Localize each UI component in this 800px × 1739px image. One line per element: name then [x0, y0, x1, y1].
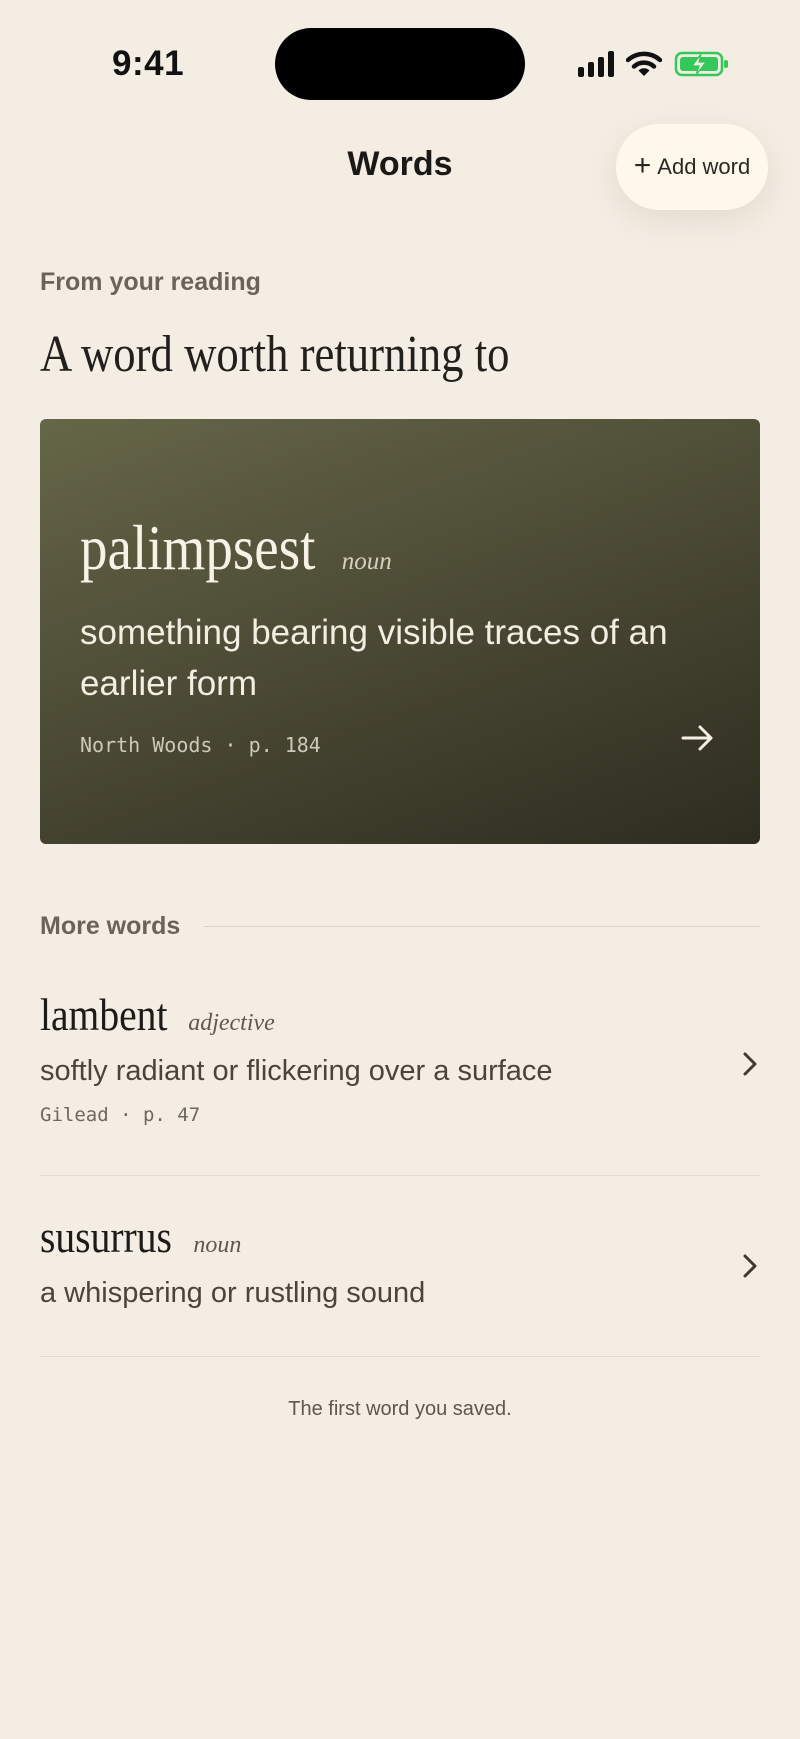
word-title-row: lambent adjective — [40, 988, 760, 1041]
add-word-label: Add word — [657, 154, 751, 179]
status-icons — [578, 50, 730, 78]
featured-heading: A word worth returning to — [40, 326, 510, 383]
word-part-of-speech: noun — [193, 1232, 242, 1258]
featured-source: North Woods · p. 184 — [80, 733, 321, 757]
featured-word-row: palimpsest noun — [80, 511, 392, 585]
status-time: 9:41 — [112, 44, 185, 83]
featured-word: palimpsest — [80, 512, 316, 583]
dynamic-island — [275, 28, 525, 100]
featured-word-card[interactable]: palimpsest noun something bearing visibl… — [40, 419, 760, 844]
featured-eyebrow: From your reading — [40, 268, 261, 296]
wifi-icon — [626, 51, 662, 76]
header: Words + Add word — [0, 124, 800, 210]
more-words-header: More words — [40, 912, 760, 941]
divider — [204, 926, 760, 927]
status-bar: 9:41 — [0, 0, 800, 110]
word-definition: a whispering or rustling sound — [40, 1277, 426, 1309]
featured-definition: something bearing visible traces of an e… — [80, 613, 668, 703]
battery-charging-icon — [674, 51, 728, 77]
arrow-right-icon[interactable] — [680, 722, 716, 754]
word-source: Gilead · p. 47 — [40, 1104, 201, 1126]
divider — [40, 1356, 760, 1357]
add-word-button[interactable]: + Add word — [616, 124, 768, 210]
word-title-row: susurrus noun — [40, 1210, 760, 1263]
word-definition: softly radiant or flickering over a surf… — [40, 1055, 553, 1087]
plus-icon: + — [633, 148, 652, 182]
more-words-label: More words — [40, 912, 181, 940]
divider — [40, 1175, 760, 1176]
footer-note: The first word you saved. — [288, 1398, 512, 1420]
list-item[interactable]: susurrus noun a whispering or rustling s… — [40, 1210, 760, 1358]
chevron-right-icon — [743, 1052, 757, 1076]
word-title: lambent — [40, 989, 168, 1040]
word-part-of-speech: adjective — [188, 1010, 275, 1036]
cellular-signal-icon — [578, 51, 614, 77]
chevron-right-icon — [743, 1254, 757, 1278]
featured-part-of-speech: noun — [341, 548, 392, 575]
word-title: susurrus — [40, 1211, 172, 1262]
list-item[interactable]: lambent adjective softly radiant or flic… — [40, 988, 760, 1176]
